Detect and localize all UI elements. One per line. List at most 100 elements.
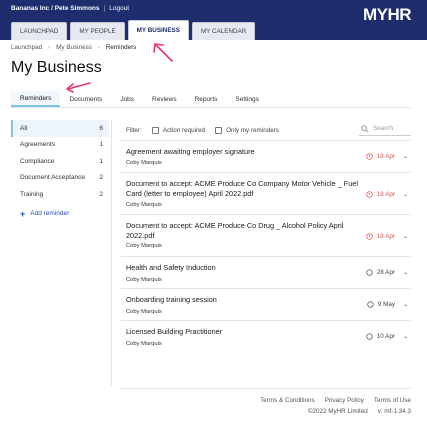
reminder-person: Coby Marquis xyxy=(126,309,162,315)
page-title: My Business xyxy=(11,59,102,76)
sidebar-item-label: All xyxy=(20,124,28,132)
reminder-title[interactable]: Onboarding training session xyxy=(126,295,361,305)
search-icon xyxy=(361,124,369,133)
breadcrumb-launchpad[interactable]: Launchpad xyxy=(11,44,42,51)
company-name: Bananas Inc / Pete Simmons xyxy=(11,5,100,12)
chevron-right-icon: › xyxy=(48,44,51,51)
search-input[interactable]: Search xyxy=(359,122,411,136)
footer-divider xyxy=(121,388,411,389)
breadcrumb-my-business[interactable]: My Business xyxy=(56,44,92,51)
reminder-date-text: 9 May xyxy=(377,301,395,308)
terms-of-use-link[interactable]: Terms of Use xyxy=(374,397,411,404)
nav-tab-my-business[interactable]: MY BUSINESS xyxy=(127,20,189,40)
reminder-title[interactable]: Agreement awaiting employer signature xyxy=(126,147,361,157)
action-required-checkbox[interactable]: Action required xyxy=(151,126,205,134)
chevron-down-icon[interactable]: ⌄ xyxy=(403,191,408,198)
sidebar-item-all[interactable]: All 6 xyxy=(11,120,109,137)
reminder-person: Coby Marquis xyxy=(126,243,162,249)
sidebar-item-agreements[interactable]: Agreements 1 xyxy=(11,137,109,154)
chevron-down-icon[interactable]: ⌄ xyxy=(403,269,408,276)
checkbox-box[interactable] xyxy=(151,126,159,134)
checkbox-box[interactable] xyxy=(215,126,223,134)
sub-tabs: Reminders Documents Jobs Reviews Reports… xyxy=(11,91,268,107)
reminder-title[interactable]: Document to accept: ACME Produce Co Drug… xyxy=(126,221,361,241)
breadcrumb-reminders: Reminders xyxy=(105,44,137,51)
privacy-link[interactable]: Privacy Policy xyxy=(325,397,364,404)
breadcrumb: Launchpad › My Business › Reminders xyxy=(11,44,136,51)
logout-link[interactable]: Logout xyxy=(109,5,129,12)
reminder-row[interactable]: Document to accept: ACME Produce Co Drug… xyxy=(121,215,411,257)
terms-link[interactable]: Terms & Conditions xyxy=(260,397,315,404)
reminder-row[interactable]: Licensed Building Practitioner Coby Marq… xyxy=(121,321,411,353)
clock-icon xyxy=(367,301,374,308)
reminder-date-text: 18 Apr xyxy=(376,191,395,198)
tab-reviews[interactable]: Reviews xyxy=(143,91,186,107)
reminder-date: 18 Apr xyxy=(366,191,395,198)
reminder-row[interactable]: Document to accept: ACME Produce Co Comp… xyxy=(121,173,411,215)
reminder-title[interactable]: Document to accept: ACME Produce Co Comp… xyxy=(126,179,361,199)
sidebar-divider xyxy=(111,120,112,386)
chevron-down-icon[interactable]: ⌄ xyxy=(403,233,408,240)
header-separator: | xyxy=(103,5,106,12)
tab-jobs[interactable]: Jobs xyxy=(111,91,143,107)
sidebar-item-compliance[interactable]: Compliance 1 xyxy=(11,153,109,170)
tab-documents[interactable]: Documents xyxy=(60,91,111,107)
filter-label: Filter: xyxy=(126,126,142,134)
clock-icon xyxy=(366,269,373,276)
chevron-down-icon[interactable]: ⌄ xyxy=(403,301,408,308)
reminder-row[interactable]: Health and Safety Induction Coby Marquis… xyxy=(121,257,411,289)
tab-settings[interactable]: Settings xyxy=(226,91,268,107)
add-reminder-button[interactable]: + Add reminder xyxy=(11,209,109,219)
reminder-date-text: 18 Apr xyxy=(376,233,395,240)
search-placeholder: Search xyxy=(373,125,393,132)
copyright-text: ©2022 MyHR Limited xyxy=(307,408,368,415)
sidebar-item-count: 1 xyxy=(99,141,103,149)
reminder-date: 18 Apr xyxy=(366,233,395,240)
nav-tab-my-people[interactable]: MY PEOPLE xyxy=(70,22,125,40)
only-my-reminders-label: Only my reminders xyxy=(226,126,279,134)
overdue-clock-icon xyxy=(366,153,373,160)
annotation-arrow-icon xyxy=(153,43,173,62)
reminder-date: 10 Apr xyxy=(366,333,395,340)
reminder-person: Coby Marquis xyxy=(126,202,162,208)
sidebar-item-document-acceptance[interactable]: Document Acceptance 2 xyxy=(11,170,109,187)
only-my-reminders-checkbox[interactable]: Only my reminders xyxy=(215,126,279,134)
footer-copyright: ©2022 MyHR Limited v: mf-1.34.3 xyxy=(308,408,411,415)
filter-bar: Filter: Action required Only my reminder… xyxy=(126,124,411,136)
chevron-right-icon: › xyxy=(97,44,100,51)
reminder-row[interactable]: Onboarding training session Coby Marquis… xyxy=(121,289,411,321)
reminder-date-text: 28 Apr xyxy=(376,269,395,276)
sidebar-item-label: Agreements xyxy=(20,141,56,149)
reminder-categories: All 6 Agreements 1 Compliance 1 Document… xyxy=(11,120,109,219)
sidebar-item-label: Training xyxy=(20,190,44,198)
company-user-label: Bananas Inc / Pete Simmons | Logout xyxy=(11,5,129,12)
clock-icon xyxy=(366,333,373,340)
nav-tab-launchpad[interactable]: LAUNCHPAD xyxy=(11,22,68,40)
add-reminder-label: Add reminder xyxy=(30,210,70,217)
tabs-divider xyxy=(11,107,411,108)
reminder-title[interactable]: Licensed Building Practitioner xyxy=(126,327,361,337)
reminder-title[interactable]: Health and Safety Induction xyxy=(126,263,361,273)
reminder-date-text: 10 Apr xyxy=(376,333,395,340)
main-nav: LAUNCHPAD MY PEOPLE MY BUSINESS MY CALEN… xyxy=(11,20,256,40)
overdue-clock-icon xyxy=(366,191,373,198)
sidebar-item-count: 1 xyxy=(99,157,103,165)
tab-reports[interactable]: Reports xyxy=(186,91,227,107)
nav-tab-my-calendar[interactable]: MY CALENDAR xyxy=(191,22,256,40)
top-header: Bananas Inc / Pete Simmons | Logout MYHR L… xyxy=(0,0,427,40)
chevron-down-icon[interactable]: ⌄ xyxy=(403,153,408,160)
sidebar-item-label: Document Acceptance xyxy=(20,174,86,182)
sidebar-item-training[interactable]: Training 2 xyxy=(11,186,109,203)
myhr-logo[interactable]: MYHR xyxy=(363,5,412,25)
footer-links: Terms & Conditions Privacy Policy Terms … xyxy=(260,397,411,404)
chevron-down-icon[interactable]: ⌄ xyxy=(403,333,408,340)
reminder-row[interactable]: Agreement awaiting employer signature Co… xyxy=(121,141,411,173)
sidebar-item-count: 2 xyxy=(99,174,103,182)
tab-reminders[interactable]: Reminders xyxy=(11,91,61,107)
reminder-date: 18 Apr xyxy=(366,153,395,160)
reminder-date: 9 May xyxy=(367,301,395,308)
sidebar-item-count: 2 xyxy=(99,190,103,198)
reminder-date: 28 Apr xyxy=(366,269,395,276)
reminder-date-text: 18 Apr xyxy=(376,153,395,160)
overdue-clock-icon xyxy=(366,233,373,240)
